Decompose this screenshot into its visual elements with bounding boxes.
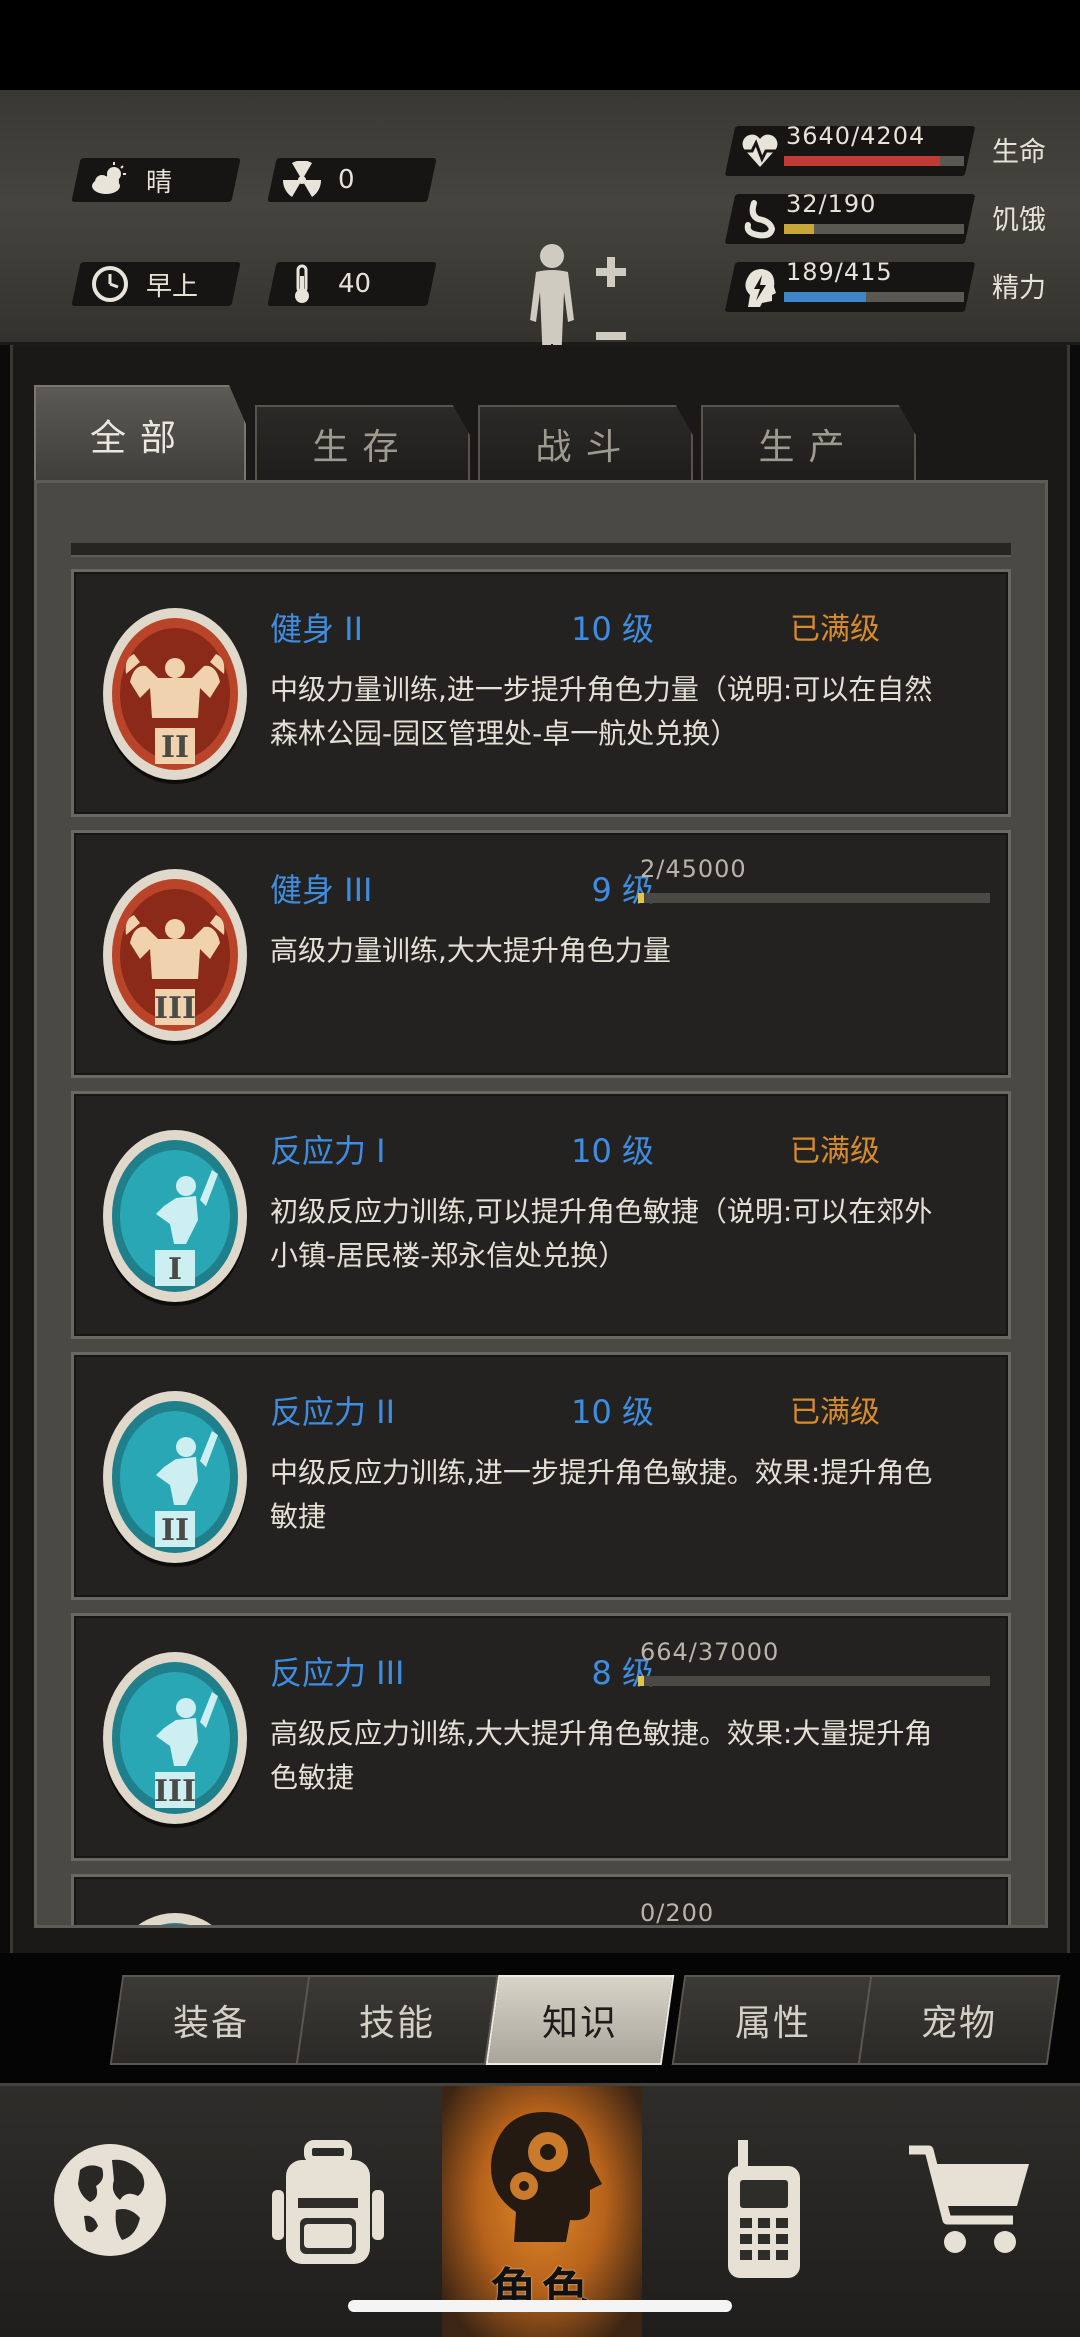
energy-label: 精力 <box>992 273 1046 304</box>
skill-progress-text: 0/200 <box>640 1899 715 1927</box>
radiation-value: 0 <box>338 165 355 195</box>
skill-card[interactable]: I 反应力 I 10 级 已满级初级反应力训练,可以提升角色敏捷（说明:可以在郊外小… <box>71 1091 1011 1339</box>
skill-progress-text: 664/37000 <box>640 1638 780 1666</box>
skill-progress-fill <box>638 1676 645 1686</box>
reflex-training-medal-icon <box>138 1913 212 1925</box>
character-subtabs: 装备 技能 知识 属性 宠物 <box>0 1953 1080 2083</box>
character-head-gears-icon <box>491 2112 602 2242</box>
skill-description: 高级反应力训练,大大提升角色敏捷。效果:大量提升角色敏捷 <box>270 1717 933 1794</box>
tab-all[interactable]: 全部 <box>34 385 246 483</box>
health-bar: 3640/4204 生命 <box>724 122 1070 178</box>
nav-shop[interactable] <box>870 2086 1070 2337</box>
heart-pulse-icon <box>742 134 778 167</box>
energy-bar: 189/415 精力 <box>724 258 1070 314</box>
skill-level: 9 级 <box>591 871 654 909</box>
health-value: 3640/4204 <box>786 122 926 150</box>
thermometer-icon <box>282 264 322 304</box>
temperature-value: 40 <box>338 269 372 299</box>
skill-level: 8 级 <box>591 1654 654 1692</box>
skill-description: 高级力量训练,大大提升角色力量 <box>270 934 671 967</box>
hunger-fill <box>784 224 815 234</box>
skill-max-badge: 已满级 <box>790 1134 880 1169</box>
tab-survival[interactable]: 生存 <box>255 405 470 481</box>
svg-text:I: I <box>168 1252 182 1287</box>
energy-fill <box>784 292 866 302</box>
svg-text:III: III <box>154 991 196 1026</box>
stomach-icon <box>744 200 776 239</box>
skill-name: 健身 II <box>270 610 364 648</box>
reflex-training-medal-icon: III <box>103 1652 247 1828</box>
skill-progress-bar <box>638 893 990 903</box>
skill-name: 反应力 III <box>270 1654 405 1692</box>
weather-sun-cloud-icon <box>90 160 130 200</box>
bottom-navigation: 角色 <box>0 2083 1080 2337</box>
skill-max-badge: 已满级 <box>790 612 880 647</box>
shopping-cart-icon <box>909 2145 1029 2253</box>
radiation-stat: 0 <box>282 158 355 202</box>
skill-card[interactable]: 0/200 <box>71 1874 1011 1927</box>
skill-description: 中级力量训练,进一步提升角色力量（说明:可以在自然森林公园-园区管理处-卓一航处… <box>270 673 933 750</box>
skill-level: 10 级 <box>571 610 654 648</box>
skill-description: 初级反应力训练,可以提升角色敏捷（说明:可以在郊外小镇-居民楼-郑永信处兑换） <box>270 1195 933 1272</box>
skill-progress-fill <box>638 893 644 903</box>
skill-name: 健身 III <box>270 871 373 909</box>
health-label: 生命 <box>992 137 1046 168</box>
health-fill <box>784 156 940 166</box>
strength-training-medal-icon: III <box>103 869 247 1045</box>
weather-value: 晴 <box>146 167 173 198</box>
skill-level: 10 级 <box>571 1132 654 1170</box>
previous-card-edge <box>71 543 1011 557</box>
subtab-skills[interactable]: 技能 <box>295 1975 499 2065</box>
clock-icon <box>90 264 130 304</box>
skill-card[interactable]: II 反应力 II 10 级 已满级中级反应力训练,进一步提升角色敏捷。效果:提升角… <box>71 1352 1011 1600</box>
system-status-bar <box>0 0 1080 90</box>
skill-card[interactable]: II 健身 II 10 级 已满级中级力量训练,进一步提升角色力量（说明:可以在自然… <box>71 569 1011 817</box>
skill-card[interactable]: III 反应力 III 8 级 664/37000 高级反应力训练,大大提升角色敏捷。… <box>71 1613 1011 1861</box>
skill-progress-bar <box>638 1676 990 1686</box>
svg-text:II: II <box>161 730 189 765</box>
globe-icon <box>54 2144 166 2256</box>
backpack-icon <box>272 2140 384 2264</box>
skill-name: 反应力 I <box>270 1132 386 1170</box>
radiation-icon <box>282 160 322 200</box>
time-value: 早上 <box>146 271 199 302</box>
subtab-pets[interactable]: 宠物 <box>857 1975 1061 2065</box>
energy-head-icon <box>745 269 776 307</box>
svg-text:II: II <box>161 1513 189 1548</box>
weather-stat: 晴 <box>90 158 172 202</box>
strength-training-medal-icon: II <box>103 608 247 784</box>
reflex-training-medal-icon: I <box>103 1130 247 1306</box>
time-stat: 早上 <box>90 262 198 306</box>
skill-list-scroll[interactable]: II 健身 II 10 级已满级 中级力量训练,进一步提升角色力量（说明:可以在自然… <box>34 480 1048 1928</box>
skill-name: 反应力 II <box>270 1393 396 1431</box>
tab-production[interactable]: 生产 <box>701 405 916 481</box>
hunger-bar: 32/190 饥饿 <box>724 190 1070 246</box>
status-header: 晴 0 早上 40 3640/4204 生命 32/190 饥饿 189/415… <box>0 90 1080 390</box>
skill-card[interactable]: III 健身 III 9 级 2/45000 高级力量训练,大大提升角色力量 <box>71 830 1011 1078</box>
energy-value: 189/415 <box>786 258 893 286</box>
nav-world-map[interactable] <box>10 2086 210 2337</box>
walkie-talkie-icon <box>728 2140 800 2278</box>
reflex-training-medal-icon: II <box>103 1391 247 1567</box>
skill-progress-text: 2/45000 <box>640 855 747 883</box>
home-indicator <box>348 2300 732 2312</box>
tab-combat[interactable]: 战斗 <box>478 405 693 481</box>
temperature-stat: 40 <box>282 262 371 306</box>
skill-level: 10 级 <box>571 1393 654 1431</box>
subtab-equipment[interactable]: 装备 <box>109 1975 313 2065</box>
subtab-knowledge[interactable]: 知识 <box>485 1975 675 2065</box>
hunger-label: 饥饿 <box>992 205 1046 236</box>
svg-text:III: III <box>154 1774 196 1809</box>
skill-max-badge: 已满级 <box>790 1395 880 1430</box>
skill-description: 中级反应力训练,进一步提升角色敏捷。效果:提升角色敏捷 <box>270 1456 933 1533</box>
hunger-value: 32/190 <box>786 190 877 218</box>
subtab-attributes[interactable]: 属性 <box>671 1975 875 2065</box>
